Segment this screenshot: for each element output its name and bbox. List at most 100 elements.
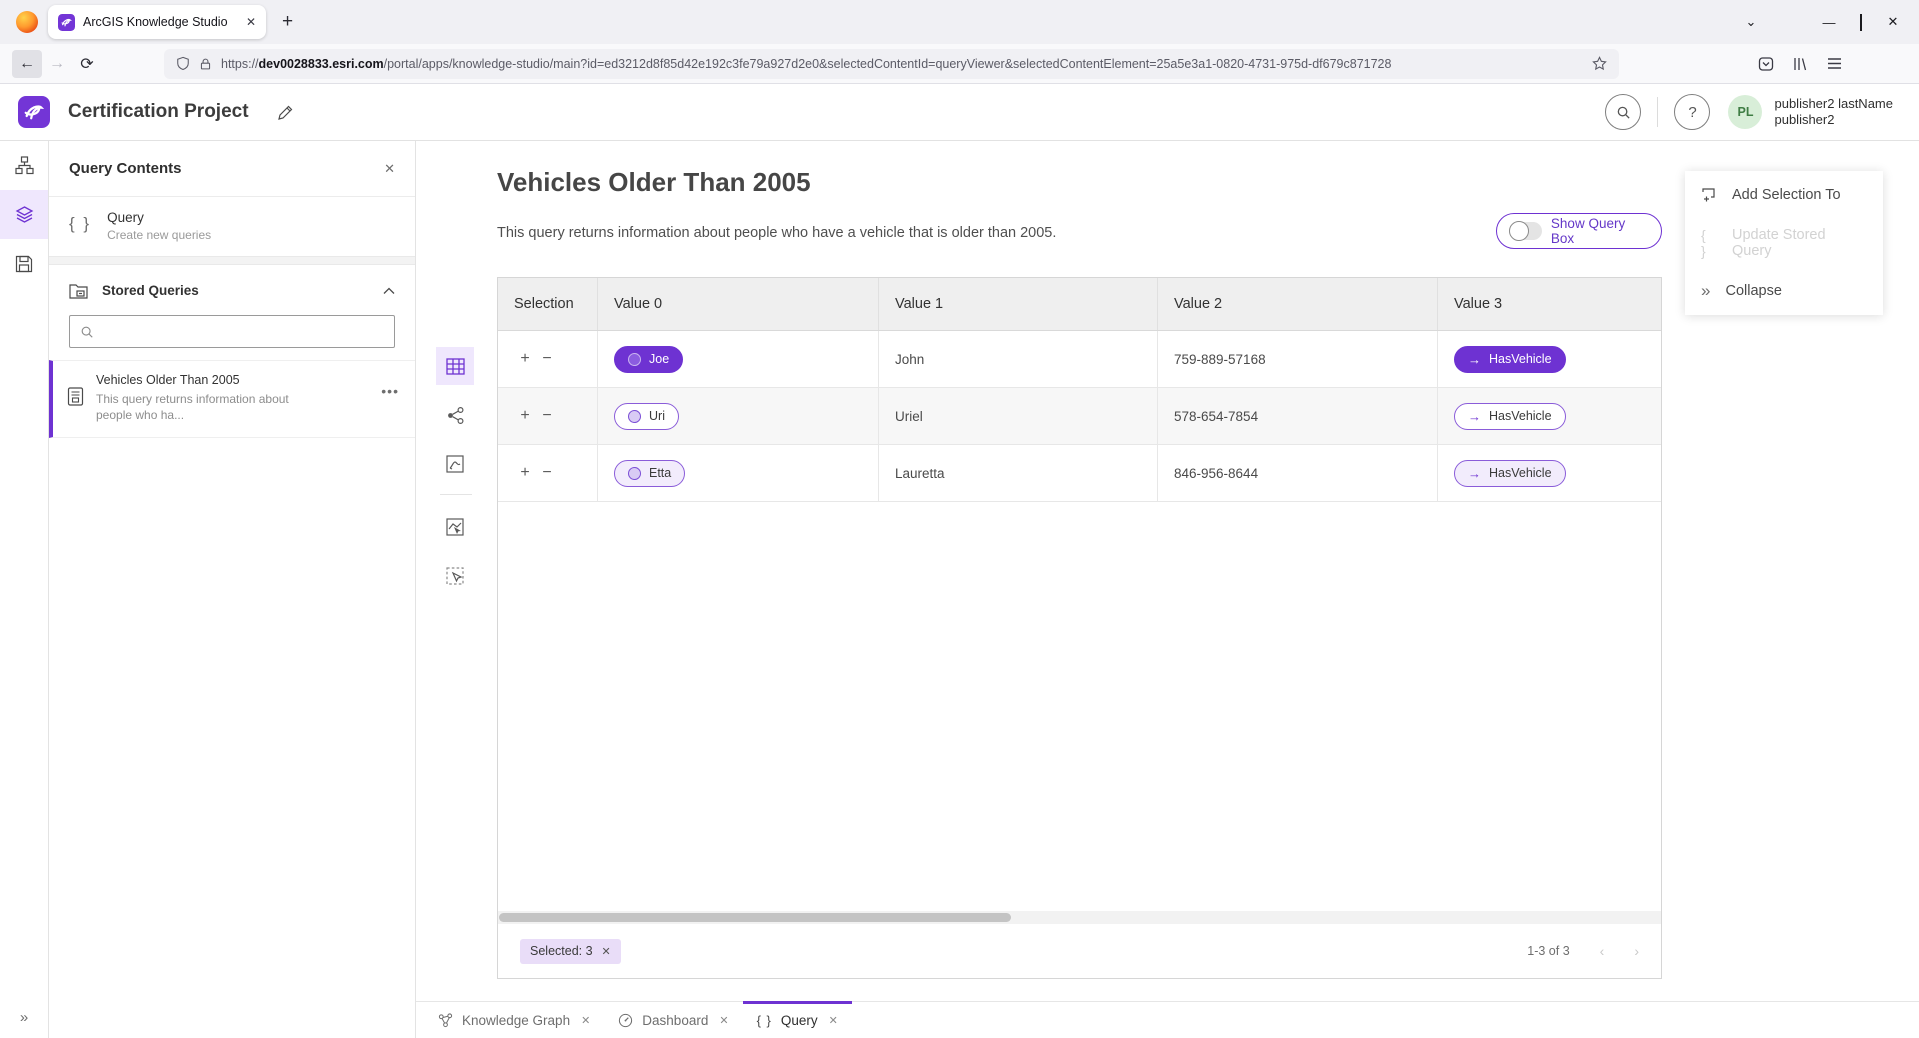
horizontal-scrollbar[interactable] <box>498 911 1661 924</box>
link-chart-button[interactable] <box>436 396 474 434</box>
pocket-icon[interactable] <box>1749 56 1783 72</box>
search-button[interactable] <box>1605 94 1641 130</box>
remove-from-selection-button[interactable]: − <box>536 407 558 425</box>
add-to-selection-button[interactable]: + <box>514 464 536 482</box>
relationship-cell: →HasVehicle <box>1438 388 1661 444</box>
edit-title-icon[interactable] <box>277 104 294 121</box>
reload-icon[interactable]: ⟳ <box>72 50 102 78</box>
user-name[interactable]: publisher2 lastName publisher2 <box>1774 96 1893 128</box>
table-row[interactable]: + − Joe John 759-889-57168 →HasVehicle <box>498 331 1661 388</box>
next-page-icon[interactable]: › <box>1634 943 1639 959</box>
entity-pill[interactable]: Uri <box>614 403 679 430</box>
back-icon[interactable]: ← <box>12 50 42 78</box>
relationship-arrow-icon: → <box>1468 353 1481 366</box>
entity-pill[interactable]: Etta <box>614 460 685 487</box>
tab-close-icon[interactable]: ✕ <box>829 1014 838 1027</box>
list-tabs-icon[interactable]: ⌄ <box>1735 14 1767 30</box>
table-body: + − Joe John 759-889-57168 →HasVehicle +… <box>498 331 1661 502</box>
selection-context-menu: Add Selection To { } Update Stored Query… <box>1685 171 1883 315</box>
question-icon: ? <box>1688 104 1696 121</box>
stored-query-desc: This query returns information about peo… <box>96 391 296 423</box>
query-create-item[interactable]: { } Query Create new queries <box>49 197 415 256</box>
table-row[interactable]: + − Uri Uriel 578-654-7854 →HasVehicle <box>498 388 1661 445</box>
column-header: Selection <box>498 278 598 330</box>
value-cell: 759-889-57168 <box>1158 331 1438 387</box>
value-cell: John <box>879 331 1158 387</box>
stored-query-title: Vehicles Older Than 2005 <box>96 373 296 387</box>
collapse-label: Collapse <box>1725 283 1781 299</box>
menu-hamburger-icon[interactable] <box>1817 57 1851 70</box>
selected-count-chip[interactable]: Selected: 3 ✕ <box>520 939 621 964</box>
help-button[interactable]: ? <box>1674 94 1710 130</box>
hierarchy-icon <box>15 156 34 175</box>
pagination-label: 1-3 of 3 <box>1527 944 1569 958</box>
arcgis-knowledge-favicon <box>58 14 75 31</box>
tab-label: Query <box>781 1013 818 1028</box>
relationship-cell: →HasVehicle <box>1438 331 1661 387</box>
rail-save-button[interactable] <box>0 239 48 288</box>
tab-close-icon[interactable]: ✕ <box>581 1014 590 1027</box>
braces-icon: { } <box>1701 227 1717 259</box>
toggle-track[interactable] <box>1509 222 1542 240</box>
entity-pill[interactable]: Joe <box>614 346 683 373</box>
shield-icon[interactable] <box>176 56 190 71</box>
table-footer: Selected: 3 ✕ 1-3 of 3 ‹ › <box>498 924 1661 978</box>
add-to-selection-button[interactable]: + <box>514 407 536 425</box>
remove-from-selection-button[interactable]: − <box>536 464 558 482</box>
add-to-selection-button[interactable]: + <box>514 350 536 368</box>
relationship-pill[interactable]: →HasVehicle <box>1454 346 1566 373</box>
tab-close-icon[interactable]: ✕ <box>246 15 256 29</box>
table-header: Selection Value 0 Value 1 Value 2 Value … <box>498 278 1661 331</box>
table-view-button[interactable] <box>436 347 474 385</box>
chevron-up-icon[interactable] <box>383 287 395 295</box>
scrollbar-thumb[interactable] <box>499 913 1011 922</box>
panel-close-icon[interactable]: ✕ <box>384 161 395 177</box>
stored-query-item[interactable]: Vehicles Older Than 2005 This query retu… <box>49 360 415 438</box>
relationship-pill[interactable]: →HasVehicle <box>1454 403 1566 430</box>
library-icon[interactable] <box>1783 56 1817 72</box>
browser-tab[interactable]: ArcGIS Knowledge Studio ✕ <box>48 5 266 39</box>
search-input[interactable] <box>102 324 384 339</box>
minimize-icon[interactable]: — <box>1813 15 1845 30</box>
firefox-icon[interactable] <box>16 11 38 33</box>
avatar[interactable]: PL <box>1728 95 1762 129</box>
query-title: Vehicles Older Than 2005 <box>497 167 811 198</box>
header-divider <box>1657 97 1658 127</box>
previous-page-icon[interactable]: ‹ <box>1600 943 1605 959</box>
search-icon <box>1616 105 1631 120</box>
relationship-pill[interactable]: →HasVehicle <box>1454 460 1566 487</box>
tab-query[interactable]: { } Query ✕ <box>743 1002 852 1038</box>
selection-tool-button[interactable] <box>436 557 474 595</box>
new-tab-button[interactable]: + <box>282 11 293 33</box>
clear-selection-icon[interactable]: ✕ <box>602 945 611 958</box>
collapse-menu-item[interactable]: » Collapse <box>1685 267 1883 315</box>
bookmark-star-icon[interactable] <box>1592 56 1607 71</box>
item-options-icon[interactable]: ••• <box>381 383 399 399</box>
maximize-icon[interactable] <box>1845 15 1877 30</box>
map-button[interactable] <box>436 508 474 546</box>
rail-data-model-button[interactable] <box>0 141 48 190</box>
show-query-box-toggle[interactable]: Show Query Box <box>1496 213 1662 249</box>
lock-icon[interactable] <box>199 57 212 71</box>
tab-close-icon[interactable]: ✕ <box>719 1014 728 1027</box>
stored-queries-title: Stored Queries <box>102 283 369 298</box>
add-selection-to-item[interactable]: Add Selection To <box>1685 171 1883 219</box>
entity-node-icon <box>628 353 641 366</box>
close-window-icon[interactable]: ✕ <box>1877 14 1909 30</box>
relationship-cell: →HasVehicle <box>1438 445 1661 501</box>
knowledge-graph-icon <box>438 1013 453 1028</box>
panel-title: Query Contents <box>69 160 384 177</box>
selection-cell: + − <box>498 331 598 387</box>
rail-contents-button[interactable] <box>0 190 48 239</box>
chart-button[interactable] <box>436 445 474 483</box>
remove-from-selection-button[interactable]: − <box>536 350 558 368</box>
update-stored-query-item[interactable]: { } Update Stored Query <box>1685 219 1883 267</box>
expand-rail-icon[interactable]: » <box>0 1009 48 1026</box>
table-row[interactable]: + − Etta Lauretta 846-956-8644 →HasVehic… <box>498 445 1661 502</box>
tab-dashboard[interactable]: Dashboard ✕ <box>604 1002 742 1038</box>
stored-queries-search[interactable] <box>69 315 395 348</box>
tab-knowledge-graph[interactable]: Knowledge Graph ✕ <box>424 1002 604 1038</box>
project-title: Certification Project <box>68 101 249 123</box>
forward-icon[interactable]: → <box>42 50 72 78</box>
url-bar[interactable]: https://dev0028833.esri.com/portal/apps/… <box>164 49 1619 79</box>
